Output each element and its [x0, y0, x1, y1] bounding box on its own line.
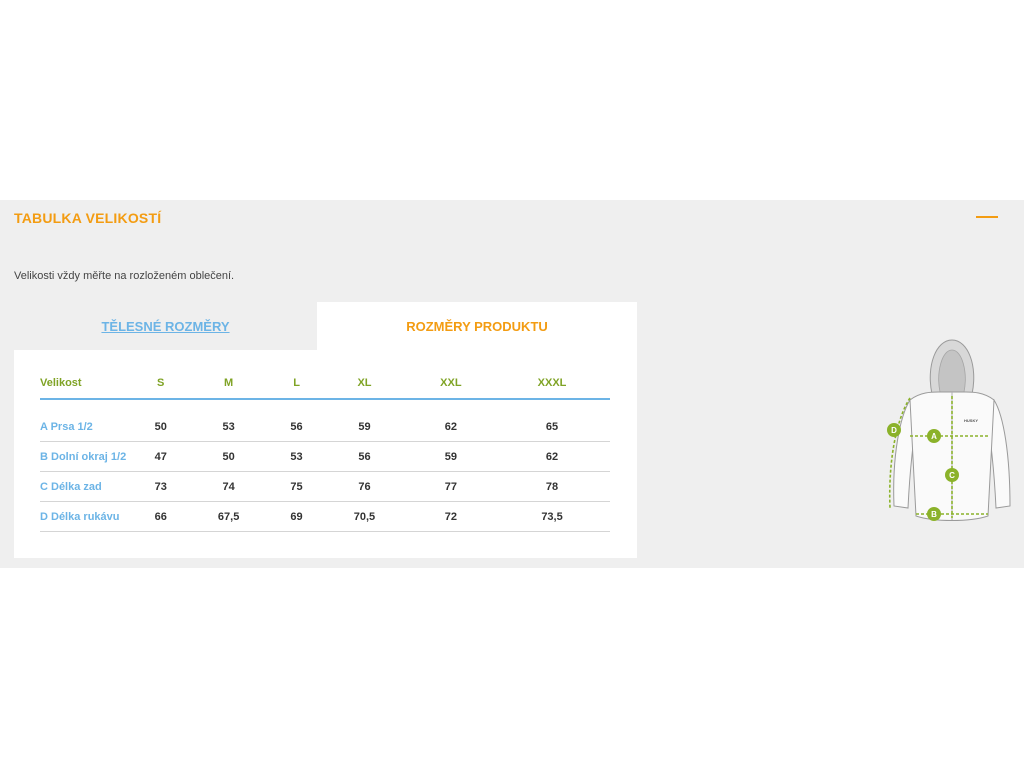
row-label: A Prsa 1/2: [40, 412, 136, 442]
table-cell: 53: [271, 441, 322, 472]
table-cell: 76: [321, 471, 408, 502]
table-cell: 77: [407, 471, 495, 502]
table-cell: 70,5: [321, 501, 408, 532]
table-row: C Délka zad 73 74 75 76 77 78: [40, 471, 610, 502]
marker-b-icon: B: [927, 507, 941, 521]
marker-a-icon: A: [927, 429, 941, 443]
table-cell: 74: [185, 471, 272, 502]
svg-text:D: D: [891, 426, 897, 435]
table-row: A Prsa 1/2 50 53 56 59 62 65: [40, 412, 610, 442]
section-title: TABULKA VELIKOSTÍ: [14, 210, 162, 226]
marker-d-icon: D: [887, 423, 901, 437]
table-row: B Dolní okraj 1/2 47 50 53 56 59 62: [40, 441, 610, 472]
column-header-size: Velikost: [40, 368, 136, 400]
table-cell: 50: [185, 441, 272, 472]
table-cell: 47: [136, 441, 186, 472]
table-cell: 62: [494, 441, 610, 472]
marker-c-icon: C: [945, 468, 959, 482]
table-cell: 66: [136, 501, 186, 532]
table-cell: 69: [271, 501, 322, 532]
table-cell: 56: [271, 412, 322, 442]
column-header: L: [271, 368, 322, 400]
table-row: D Délka rukávu 66 67,5 69 70,5 72 73,5: [40, 501, 610, 532]
table-cell: 67,5: [185, 501, 272, 532]
svg-text:A: A: [931, 432, 937, 441]
table-cell: 53: [185, 412, 272, 442]
tab-body-measurements[interactable]: TĚLESNÉ ROZMĚRY: [14, 302, 317, 350]
table-header-row: Velikost S M L XL XXL XXXL: [40, 368, 610, 400]
row-label: C Délka zad: [40, 471, 136, 502]
table-cell: 59: [321, 412, 408, 442]
table-cell: 65: [494, 412, 610, 442]
table-cell: 75: [271, 471, 322, 502]
column-header: XL: [321, 368, 408, 400]
table-cell: 50: [136, 412, 186, 442]
table-cell: 59: [407, 441, 495, 472]
column-header: S: [136, 368, 186, 400]
svg-text:B: B: [931, 510, 937, 519]
table-cell: 73,5: [494, 501, 610, 532]
brand-logo: HUSKY: [964, 418, 978, 423]
table-cell: 56: [321, 441, 408, 472]
row-label: B Dolní okraj 1/2: [40, 441, 136, 472]
size-chart-panel: TABULKA VELIKOSTÍ Velikosti vždy měřte n…: [0, 200, 1024, 568]
table-cell: 72: [407, 501, 495, 532]
tab-product-measurements[interactable]: ROZMĚRY PRODUKTU: [317, 302, 637, 350]
collapse-icon[interactable]: [976, 216, 998, 218]
column-header: XXL: [407, 368, 495, 400]
jacket-measurement-illustration: HUSKY A B C D: [887, 339, 1011, 521]
size-table: Velikost S M L XL XXL XXXL A Prsa 1/2 50…: [40, 368, 610, 532]
table-cell: 62: [407, 412, 495, 442]
size-table-container: Velikost S M L XL XXL XXXL A Prsa 1/2 50…: [14, 350, 637, 558]
column-header: XXXL: [494, 368, 610, 400]
table-cell: 73: [136, 471, 186, 502]
column-header: M: [185, 368, 272, 400]
svg-text:C: C: [949, 471, 955, 480]
row-label: D Délka rukávu: [40, 501, 136, 532]
table-cell: 78: [494, 471, 610, 502]
measure-hint: Velikosti vždy měřte na rozloženém obleč…: [14, 270, 235, 282]
